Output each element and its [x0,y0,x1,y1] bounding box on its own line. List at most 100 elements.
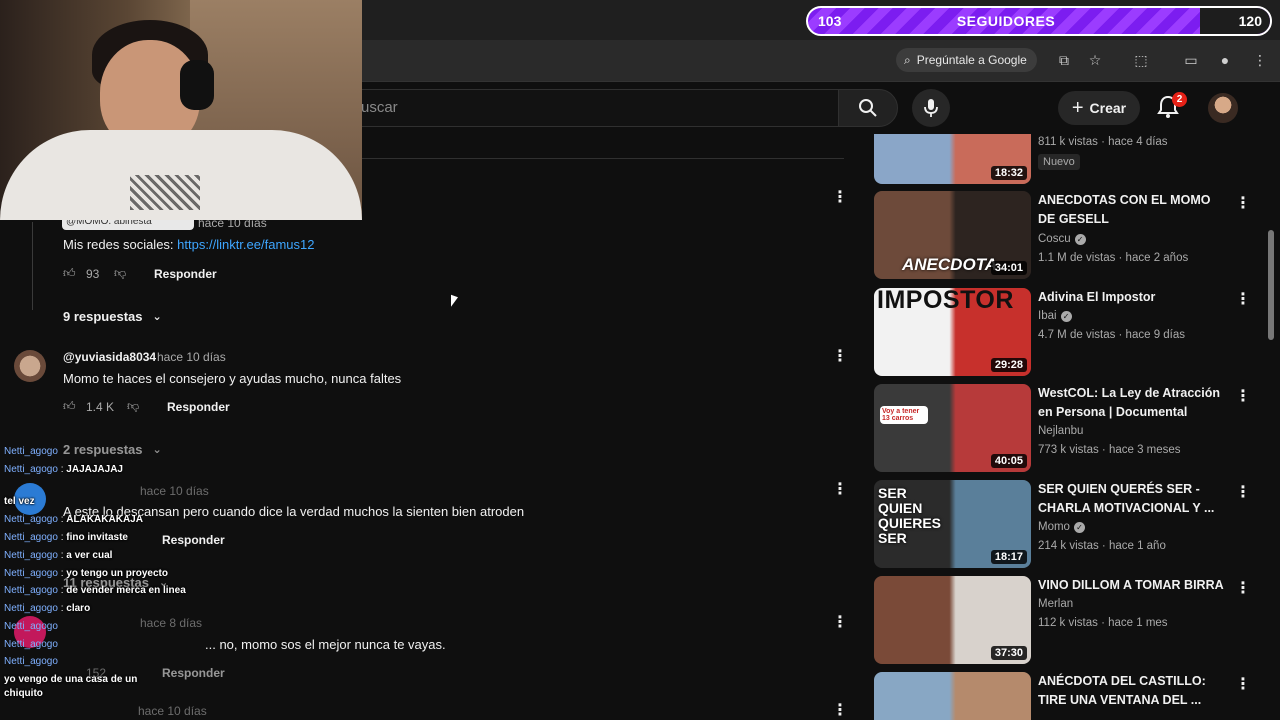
video-title[interactable]: SER QUIEN QUERÉS SER - CHARLA MOTIVACION… [1038,480,1228,518]
replies-count: 9 respuestas [63,309,143,324]
ask-google-label: Pregúntale a Google [916,53,1027,67]
channel-name: Nejlanbu [1038,425,1084,437]
streamer-webcam [0,0,362,220]
chat-message: Netti_agogo : fino invitaste [4,532,128,543]
search-input[interactable]: uscar [340,89,838,127]
stream-chat-overlay: Netti_agogo Netti_agogo : JAJAJAJAJ tel … [0,442,250,720]
channel-name: Ibai [1038,310,1057,322]
chat-user: Netti_agogo [4,550,58,561]
extensions-icon[interactable]: ⬚ [1131,50,1151,70]
comment-menu-icon[interactable]: ⋮ [832,346,848,366]
comment-menu-icon[interactable]: ⋮ [832,700,848,720]
video-channel[interactable]: Merlan [1038,598,1073,610]
account-avatar[interactable] [1208,93,1238,123]
video-thumbnail[interactable]: IMPOSTOR 29:28 [874,288,1031,376]
chat-user: Netti_agogo [4,446,58,457]
video-channel[interactable]: Momo ✓ [1038,521,1085,533]
search-button[interactable] [838,89,898,127]
chat-text: fino invitaste [66,532,128,543]
comment-link[interactable]: https://linktr.ee/famus12 [177,237,314,252]
like-count: 1.4 K [86,400,115,414]
channel-name: Merlan [1038,598,1074,610]
comment-menu-icon[interactable]: ⋮ [832,612,848,632]
chat-user: Netti_agogo [4,656,58,667]
video-title[interactable]: Adivina El Impostor [1038,288,1228,307]
video-channel[interactable]: Nejlanbu [1038,425,1083,437]
chat-text: de vender merca en linea [66,585,186,596]
chat-message: Netti_agogo : claro [4,603,91,614]
video-title[interactable]: ANECDOTAS CON EL MOMO DE GESELL [1038,191,1228,229]
video-menu-icon[interactable]: ⋮ [1235,289,1251,309]
sidebar-scrollbar[interactable] [1268,230,1274,340]
chevron-down-icon: ⌄ [152,311,162,323]
browser-menu-icon[interactable]: ⋮ [1250,50,1270,70]
chat-text: claro [66,603,91,614]
video-menu-icon[interactable]: ⋮ [1235,193,1251,213]
ask-google-button[interactable]: ⌕ Pregúntale a Google [896,48,1037,72]
comment-time[interactable]: hace 10 días [157,350,226,364]
thumbnail-caption: Voy a tener 13 carros [880,406,928,424]
chat-text: yo vengo de una casa de un [4,674,138,685]
bookmark-star-icon[interactable]: ☆ [1085,50,1105,70]
comment-text: Momo te haces el consejero y ayudas much… [63,371,402,386]
video-menu-icon[interactable]: ⋮ [1235,674,1251,694]
video-channel[interactable]: Ibai ✓ [1038,310,1072,322]
verified-icon: ✓ [1074,233,1086,245]
chat-message: Netti_agogo [4,621,58,632]
profile-icon[interactable]: ● [1215,50,1235,70]
chat-message: tel vez [4,496,35,507]
video-views: 1.1 M de vistas · hace 2 años [1038,252,1189,264]
like-button[interactable]: 👍︎ [63,399,76,414]
chat-message: Netti_agogo : de vender merca en linea [4,585,186,596]
video-thumbnail[interactable]: SER QUIEN QUIERES SER 18:17 [874,480,1031,568]
chat-text: tel vez [4,496,35,507]
chat-user: Netti_agogo [4,639,58,650]
video-thumbnail[interactable]: 18:32 [874,134,1031,184]
thumbnail-caption: SER QUIEN QUIERES SER [878,485,942,546]
chat-user: Netti_agogo [4,514,58,525]
view-replies-button[interactable]: 9 respuestas ⌄ [63,309,162,324]
shirt-print [130,175,200,210]
lens-icon: ⌕ [904,52,911,67]
comment-avatar[interactable] [14,350,46,382]
notifications-button[interactable]: 2 [1156,92,1187,122]
followers-goal: 120 [1238,13,1262,29]
comment-menu-icon[interactable]: ⋮ [832,187,848,207]
dislike-button[interactable]: 👎︎ [114,266,126,281]
chat-text: JAJAJAJAJ [66,464,123,475]
video-menu-icon[interactable]: ⋮ [1235,578,1251,598]
search-placeholder: uscar [361,99,398,116]
headphones-icon [180,60,214,110]
chat-message: yo vengo de una casa de un [4,674,137,685]
video-title[interactable]: ANÉCDOTA DEL CASTILLO: TIRE UNA VENTANA … [1038,672,1228,710]
like-button[interactable]: 👍︎ [63,266,76,281]
dislike-button[interactable]: 👎︎ [127,399,139,414]
followers-label: SEGUIDORES [956,13,1056,29]
thumbnail-caption: ANECDOTA [902,255,998,274]
video-duration: 18:17 [990,550,1027,564]
reply-button[interactable]: Responder [154,267,217,281]
video-thumbnail[interactable]: 37:30 [874,576,1031,664]
voice-search-button[interactable] [912,89,950,127]
reply-button[interactable]: Responder [167,400,230,414]
create-button[interactable]: + Crear [1058,91,1140,125]
chat-text: a ver cual [66,550,113,561]
video-duration: 18:32 [990,166,1027,180]
video-menu-icon[interactable]: ⋮ [1235,386,1251,406]
video-channel[interactable]: Coscu ✓ [1038,233,1086,245]
video-title[interactable]: WestCOL: La Ley de Atracción en Persona … [1038,384,1228,422]
install-app-icon[interactable]: ⧉ [1054,50,1074,70]
chat-user: Netti_agogo [4,568,58,579]
cast-icon[interactable]: ▭ [1181,50,1201,70]
video-title[interactable]: VINO DILLOM A TOMAR BIRRA [1038,576,1228,595]
chat-message: Netti_agogo : yo tengo un proyecto [4,568,168,579]
video-thumbnail[interactable]: ANECDOTA 34:01 [874,191,1031,279]
video-thumbnail[interactable]: Voy a tener 13 carros 40:05 [874,384,1031,472]
video-menu-icon[interactable]: ⋮ [1235,482,1251,502]
section-divider [362,158,844,159]
create-label: Crear [1089,100,1127,116]
comment-menu-icon[interactable]: ⋮ [832,479,848,499]
chat-message: Netti_agogo [4,656,58,667]
comment-author[interactable]: @yuviasida8034 [63,350,156,364]
video-thumbnail[interactable] [874,672,1031,720]
